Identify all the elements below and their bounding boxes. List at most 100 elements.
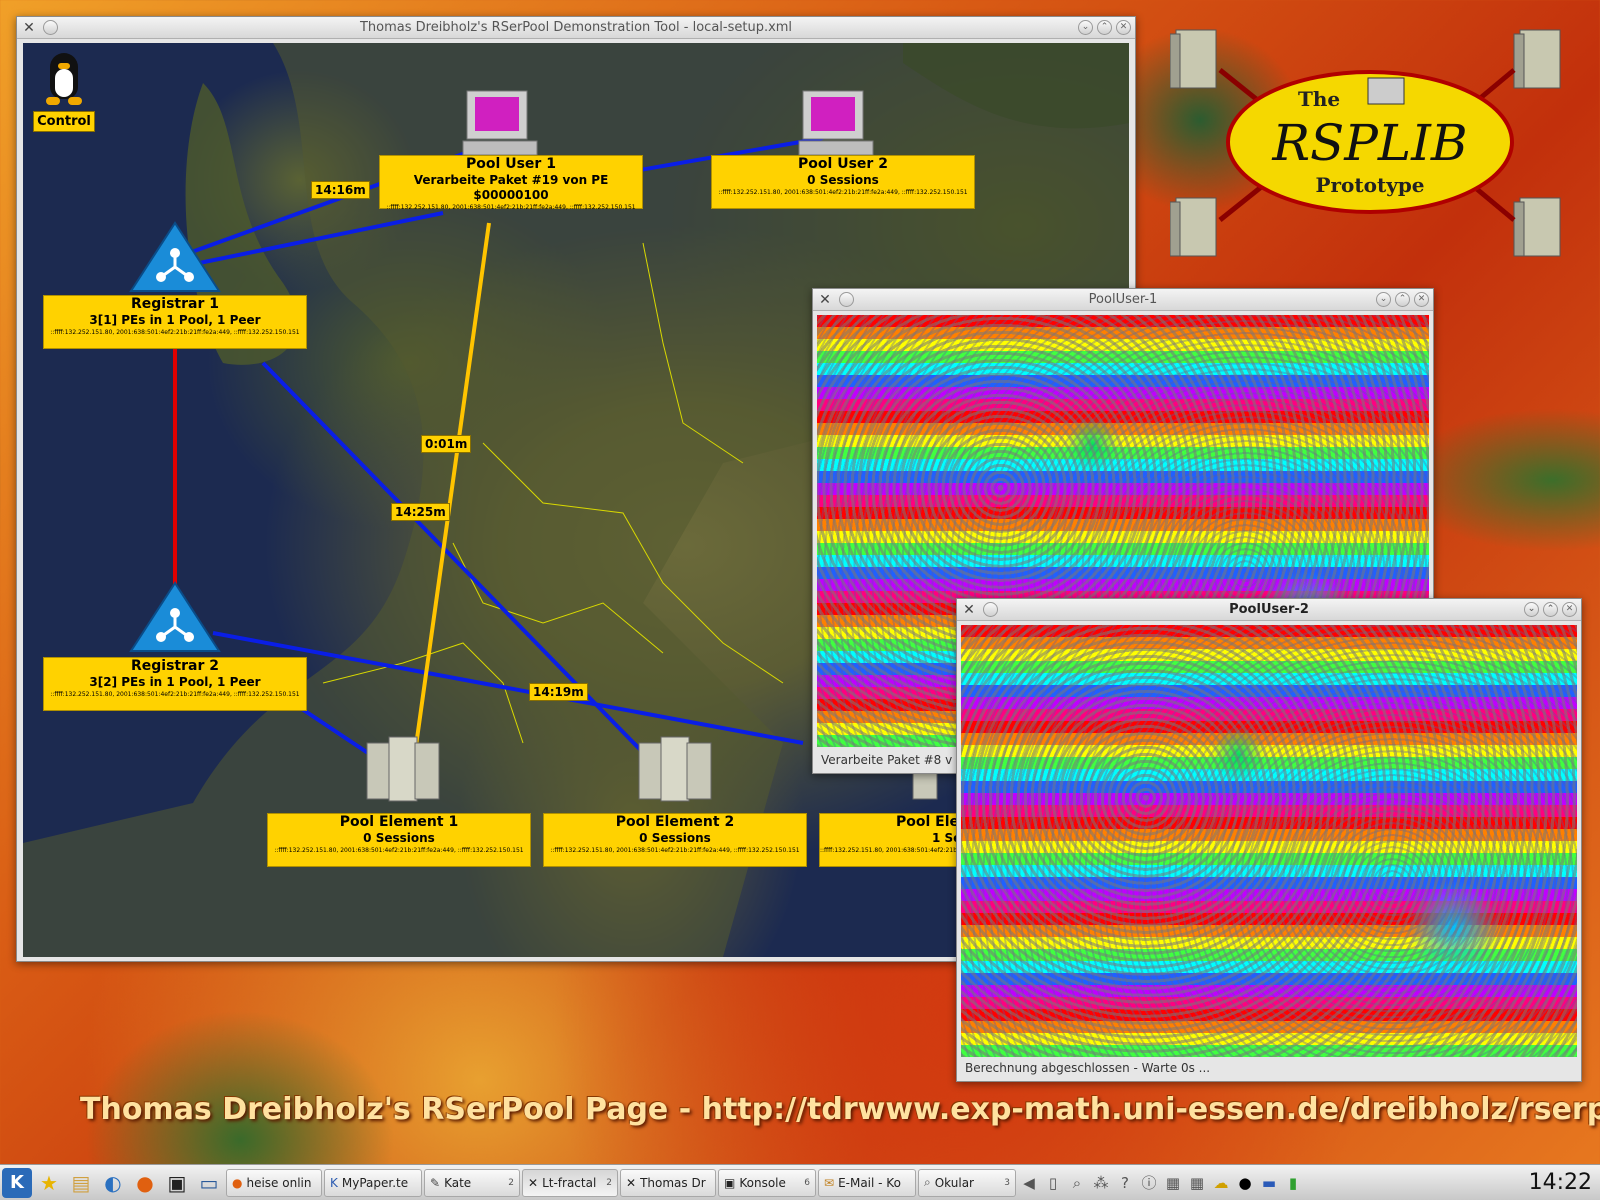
task-count: 3 [1004, 1177, 1010, 1188]
app-menu-icon[interactable]: ✕ [817, 292, 833, 308]
pooluser2-status: Berechnung abgeschlossen - Warte 0s ... [961, 1059, 1577, 1077]
rsplib-prototype-logo: The RSPLIB Prototype [1170, 29, 1561, 257]
camera-icon [1367, 77, 1405, 105]
desktop-icon[interactable]: ▭ [194, 1168, 224, 1198]
terminal-icon: ▣ [724, 1175, 736, 1190]
task-label: MyPaper.te [341, 1175, 409, 1190]
registrar-1-status: 3[1] PEs in 1 Pool, 1 Peer [89, 313, 261, 327]
registrar-2-title: Registrar 2 [131, 658, 219, 674]
task-email[interactable]: ✉ E-Mail - Ko [818, 1168, 916, 1197]
registrar-1-address: ::ffff:132.252.151.80, 2001:638:501:4ef2… [50, 329, 300, 336]
maximize-button[interactable]: ⌃ [1097, 20, 1112, 35]
minimize-button[interactable]: ⌄ [1376, 292, 1391, 307]
window-options-button[interactable] [839, 292, 854, 307]
window-options-button[interactable] [43, 20, 58, 35]
tux-penguin-icon [44, 53, 84, 105]
minimize-button[interactable]: ⌄ [1078, 20, 1093, 35]
search-icon[interactable]: ⌕ [1066, 1172, 1088, 1194]
pool-user-1-computer-icon[interactable] [462, 90, 538, 156]
task-label: heise onlin [246, 1175, 312, 1190]
pool-element-2-address: ::ffff:132.252.151.80, 2001:638:501:4ef2… [550, 847, 800, 854]
pool-element-1-label[interactable]: Pool Element 1 0 Sessions ::ffff:132.252… [267, 813, 531, 867]
task-label: Kate [444, 1175, 472, 1190]
mail-icon: ✉ [824, 1175, 835, 1190]
task-label: Konsole [739, 1175, 786, 1190]
pool-user-1-label[interactable]: Pool User 1 Verarbeite Paket #19 von PE … [379, 155, 643, 211]
registrar-2-label[interactable]: Registrar 2 3[2] PEs in 1 Pool, 1 Peer :… [43, 657, 307, 711]
volume-icon[interactable]: ◀ [1018, 1172, 1040, 1194]
pooluser2-window[interactable]: ✕ PoolUser-2 ⌄ ⌃ ✕ Berechnung abgeschlos… [956, 598, 1582, 1082]
help-icon[interactable]: ? [1114, 1172, 1136, 1194]
pager-icon[interactable]: ▦ [1162, 1172, 1184, 1194]
favorites-star-icon[interactable]: ★ [34, 1168, 64, 1198]
link-time-registrar1-pooluser1: 14:16m [311, 181, 370, 199]
link-time-registrar2-pe3: 14:19m [529, 683, 588, 701]
info-icon[interactable]: ⓘ [1138, 1172, 1160, 1194]
pooluser2-titlebar[interactable]: ✕ PoolUser-2 ⌄ ⌃ ✕ [957, 599, 1581, 621]
pool-user-1-address: ::ffff:132.252.151.80, 2001:638:501:4ef2… [386, 204, 636, 211]
maximize-button[interactable]: ⌃ [1543, 602, 1558, 617]
firefox-icon: ● [232, 1175, 243, 1190]
moon-icon[interactable]: ● [1234, 1172, 1256, 1194]
pager-icon[interactable]: ▦ [1186, 1172, 1208, 1194]
network-icon[interactable]: ⁂ [1090, 1172, 1112, 1194]
demo-tool-titlebar[interactable]: ✕ Thomas Dreibholz's RSerPool Demonstrat… [17, 17, 1135, 39]
pool-element-1-server-icon[interactable] [366, 736, 440, 802]
battery-icon[interactable]: ▮ [1282, 1172, 1304, 1194]
task-count: 2 [606, 1177, 612, 1188]
pool-element-2-status: 0 Sessions [639, 831, 711, 845]
konqueror-icon[interactable]: ◐ [98, 1168, 128, 1198]
pool-element-2-server-icon[interactable] [638, 736, 712, 802]
app-menu-icon[interactable]: ✕ [21, 20, 37, 36]
task-kate[interactable]: ✎ Kate 2 [424, 1168, 520, 1197]
pool-user-1-title: Pool User 1 [466, 156, 556, 172]
clock[interactable]: 14:22 [1521, 1170, 1600, 1195]
task-okular[interactable]: ⌕ Okular 3 [918, 1168, 1016, 1197]
window-options-button[interactable] [983, 602, 998, 617]
pool-element-2-title: Pool Element 2 [615, 814, 735, 830]
registrar-2-status: 3[2] PEs in 1 Pool, 1 Peer [89, 675, 261, 689]
fractal-image [961, 625, 1577, 1057]
link-time-registrar1-pe2: 14:25m [391, 503, 450, 521]
pooluser1-titlebar[interactable]: ✕ PoolUser-1 ⌄ ⌃ ✕ [813, 289, 1433, 311]
task-lt-fractal[interactable]: ✕ Lt-fractal 2 [522, 1168, 618, 1197]
task-heise[interactable]: ● heise onlin [226, 1168, 322, 1197]
weather-icon[interactable]: ☁ [1210, 1172, 1232, 1194]
link-time-pooluser1-pe1: 0:01m [421, 435, 472, 453]
task-count: 6 [804, 1177, 810, 1188]
close-button[interactable]: ✕ [1116, 20, 1131, 35]
clipboard-icon[interactable]: ▯ [1042, 1172, 1064, 1194]
pool-element-2-label[interactable]: Pool Element 2 0 Sessions ::ffff:132.252… [543, 813, 807, 867]
task-konsole[interactable]: ▣ Konsole 6 [718, 1168, 816, 1197]
server-icon [1170, 29, 1217, 89]
task-mypaper[interactable]: K MyPaper.te [324, 1168, 422, 1197]
registrar-2-icon[interactable] [129, 581, 221, 652]
task-thomas[interactable]: ✕ Thomas Dr [620, 1168, 716, 1197]
app-menu-icon[interactable]: ✕ [961, 602, 977, 618]
pool-user-2-label[interactable]: Pool User 2 0 Sessions ::ffff:132.252.15… [711, 155, 975, 209]
minimize-button[interactable]: ⌄ [1524, 602, 1539, 617]
close-button[interactable]: ✕ [1414, 292, 1429, 307]
task-label: Okular [934, 1175, 974, 1190]
pool-user-2-computer-icon[interactable] [798, 90, 874, 156]
firefox-icon[interactable]: ● [130, 1168, 160, 1198]
pooluser1-title: PoolUser-1 [1088, 292, 1158, 307]
server-icon [1513, 29, 1561, 89]
pool-user-2-status: 0 Sessions [807, 173, 879, 187]
close-button[interactable]: ✕ [1562, 602, 1577, 617]
maximize-button[interactable]: ⌃ [1395, 292, 1410, 307]
file-manager-icon[interactable]: ▤ [66, 1168, 96, 1198]
registrar-1-label[interactable]: Registrar 1 3[1] PEs in 1 Pool, 1 Peer :… [43, 295, 307, 349]
control-label: Control [33, 111, 95, 132]
pool-user-2-address: ::ffff:132.252.151.80, 2001:638:501:4ef2… [718, 189, 968, 196]
task-label: Thomas Dr [640, 1175, 706, 1190]
terminal-icon[interactable]: ▣ [162, 1168, 192, 1198]
flag-icon[interactable]: ▬ [1258, 1172, 1280, 1194]
control-button[interactable]: Control [33, 53, 95, 132]
kde-menu-icon[interactable]: K [2, 1167, 32, 1198]
x-icon: ✕ [528, 1175, 539, 1190]
pool-user-1-status: Verarbeite Paket #19 von PE $00000100 [413, 173, 609, 202]
task-label: E-Mail - Ko [838, 1175, 901, 1190]
rserpool-page-banner: Thomas Dreibholz's RSerPool Page - http:… [80, 1092, 1600, 1127]
task-label: Lt-fractal [542, 1175, 597, 1190]
